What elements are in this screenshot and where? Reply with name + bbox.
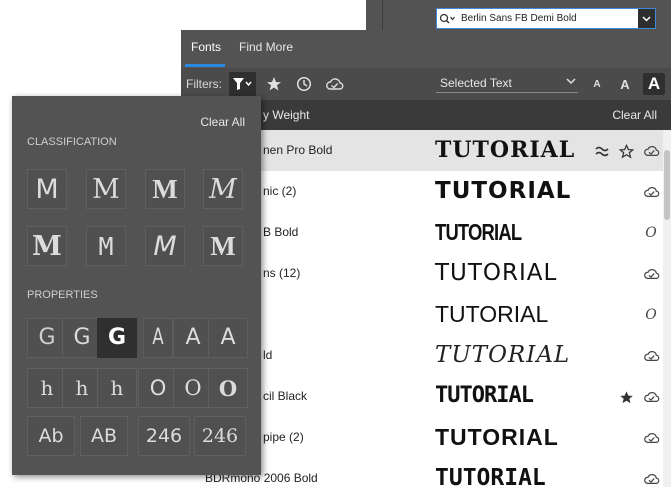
tab-find-more[interactable]: Find More bbox=[239, 40, 293, 54]
font-sample: TUTORIAL bbox=[435, 301, 549, 327]
property-xheight-high[interactable]: h bbox=[97, 368, 137, 408]
font-sample: TUTORIAL bbox=[435, 424, 559, 450]
font-sample: TUTORIAL bbox=[435, 137, 576, 163]
clock-icon bbox=[296, 76, 312, 92]
font-name: ld bbox=[263, 348, 273, 362]
properties-title: PROPERTIES bbox=[27, 289, 98, 301]
font-family-input[interactable]: Berlin Sans FB Demi Bold bbox=[457, 13, 638, 24]
classification-monospaced[interactable]: M bbox=[86, 226, 126, 266]
font-name: nen Pro Bold bbox=[263, 143, 333, 157]
property-numerals-oldstyle[interactable]: 246 bbox=[194, 416, 246, 456]
cloud-check-icon bbox=[325, 78, 343, 90]
chevron-down-icon bbox=[642, 15, 651, 22]
property-contrast-low[interactable]: O bbox=[138, 368, 178, 408]
font-sample: TUTORIAL bbox=[435, 383, 534, 408]
filter-activated-button[interactable] bbox=[323, 72, 345, 96]
classification-blackletter[interactable]: M bbox=[27, 226, 67, 266]
cloud-sync-icon bbox=[642, 347, 660, 365]
font-name: cil Black bbox=[263, 389, 308, 403]
tab-fonts[interactable]: Fonts bbox=[191, 40, 221, 54]
font-sample: TUTORIAL bbox=[435, 260, 558, 286]
chevron-down-icon bbox=[566, 78, 576, 85]
tabs-bar: Fonts Find More bbox=[181, 30, 671, 68]
font-dropdown-button[interactable] bbox=[638, 9, 655, 28]
cloud-sync-icon bbox=[642, 429, 660, 447]
filter-favorites-button[interactable] bbox=[263, 72, 285, 96]
filter-classification-button[interactable] bbox=[229, 72, 256, 96]
property-case-caps[interactable]: AB bbox=[80, 416, 128, 456]
font-name: nic (2) bbox=[263, 184, 297, 198]
cloud-sync-icon bbox=[642, 388, 660, 406]
panel-separator bbox=[382, 0, 383, 30]
scrollbar-thumb[interactable] bbox=[664, 150, 670, 220]
property-weight-regular[interactable]: G bbox=[62, 318, 102, 358]
property-weight-light[interactable]: G bbox=[27, 318, 67, 358]
favorite-star-icon[interactable] bbox=[617, 388, 635, 406]
sample-text-select[interactable]: Selected Text bbox=[436, 73, 578, 93]
star-icon bbox=[267, 77, 281, 91]
property-numerals-lining[interactable]: 246 bbox=[138, 416, 190, 456]
font-sample: TUTORIAL bbox=[435, 465, 546, 491]
property-contrast-high[interactable]: O bbox=[208, 368, 248, 408]
sample-size-small[interactable]: A bbox=[589, 73, 605, 95]
font-sample: TUTORIAL bbox=[435, 178, 572, 204]
classification-serif[interactable]: M bbox=[86, 169, 126, 209]
opentype-icon: O bbox=[645, 225, 657, 241]
property-case-standard[interactable]: Ab bbox=[27, 416, 75, 456]
property-xheight-medium[interactable]: h bbox=[62, 368, 102, 408]
similar-fonts-icon[interactable] bbox=[593, 142, 611, 160]
classification-script[interactable]: M bbox=[203, 169, 243, 209]
sample-size-large[interactable]: A bbox=[643, 73, 665, 95]
classification-slab-serif[interactable]: M bbox=[145, 169, 185, 209]
classification-filter-popup: Clear All CLASSIFICATION M M M M M M M M… bbox=[12, 96, 261, 475]
font-sample: TUTORIAL bbox=[435, 219, 522, 245]
classification-title: CLASSIFICATION bbox=[27, 136, 117, 148]
cloud-sync-icon bbox=[642, 265, 660, 283]
property-width-wide[interactable]: A bbox=[208, 318, 248, 358]
cloud-sync-icon bbox=[642, 142, 660, 160]
active-tab-indicator bbox=[185, 64, 225, 67]
font-list-scrollbar[interactable] bbox=[663, 130, 671, 487]
property-contrast-medium[interactable]: O bbox=[173, 368, 213, 408]
opentype-icon: O bbox=[645, 307, 657, 323]
clear-all-link[interactable]: Clear All bbox=[612, 108, 657, 122]
classification-sans-serif[interactable]: M bbox=[27, 169, 67, 209]
cloud-sync-icon bbox=[642, 183, 660, 201]
font-family-search[interactable]: Berlin Sans FB Demi Bold bbox=[436, 8, 656, 29]
search-icon[interactable] bbox=[437, 9, 457, 28]
font-name: ns (12) bbox=[263, 266, 301, 280]
classification-handwritten[interactable]: M bbox=[145, 226, 185, 266]
sample-size-medium[interactable]: A bbox=[615, 73, 635, 95]
cloud-sync-icon bbox=[642, 470, 660, 488]
font-name: pipe (2) bbox=[263, 430, 304, 444]
property-width-narrow[interactable]: A bbox=[143, 318, 173, 358]
sort-by-label[interactable]: y Weight bbox=[263, 108, 309, 122]
font-sample: TUTORIAL bbox=[435, 342, 571, 368]
font-name: B Bold bbox=[263, 225, 299, 239]
property-width-normal[interactable]: A bbox=[173, 318, 213, 358]
classification-decorative[interactable]: M bbox=[203, 226, 243, 266]
property-xheight-low[interactable]: h bbox=[27, 368, 67, 408]
funnel-icon bbox=[232, 78, 252, 90]
sample-text-value: Selected Text bbox=[440, 75, 512, 90]
filters-label: Filters: bbox=[186, 77, 222, 91]
filter-recent-button[interactable] bbox=[293, 72, 315, 96]
favorite-star-icon[interactable] bbox=[617, 142, 635, 160]
property-weight-bold[interactable]: G bbox=[97, 318, 137, 358]
popup-clear-all-link[interactable]: Clear All bbox=[200, 115, 245, 129]
